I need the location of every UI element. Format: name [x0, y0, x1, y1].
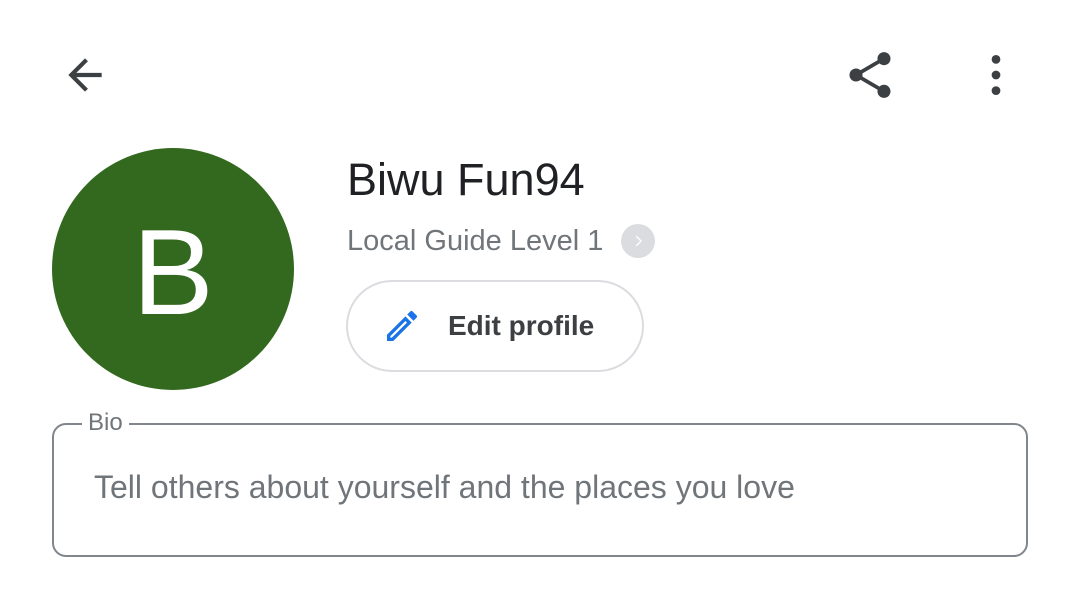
share-button[interactable]: [834, 39, 906, 111]
avatar-letter: B: [132, 204, 214, 340]
profile-name: Biwu Fun94: [347, 154, 585, 205]
edit-profile-button[interactable]: Edit profile: [346, 280, 644, 372]
edit-profile-label: Edit profile: [448, 310, 595, 341]
bio-input[interactable]: [94, 469, 994, 506]
chevron-right-icon: [621, 224, 656, 258]
local-guide-level-link[interactable]: Local Guide Level 1: [347, 224, 656, 258]
arrow-back-icon: [68, 58, 102, 92]
bio-field[interactable]: Bio: [52, 409, 1028, 557]
profile-page: B Biwu Fun94 Local Guide Level 1 Edit pr…: [0, 0, 1080, 591]
pencil-icon: [387, 310, 418, 341]
more-vert-icon: [991, 55, 1001, 95]
share-icon: [849, 52, 891, 98]
back-button[interactable]: [49, 39, 121, 111]
bio-label: Bio: [82, 409, 129, 437]
avatar[interactable]: B: [52, 148, 294, 390]
local-guide-level-label: Local Guide Level 1: [347, 224, 604, 257]
more-options-button[interactable]: [960, 39, 1032, 111]
